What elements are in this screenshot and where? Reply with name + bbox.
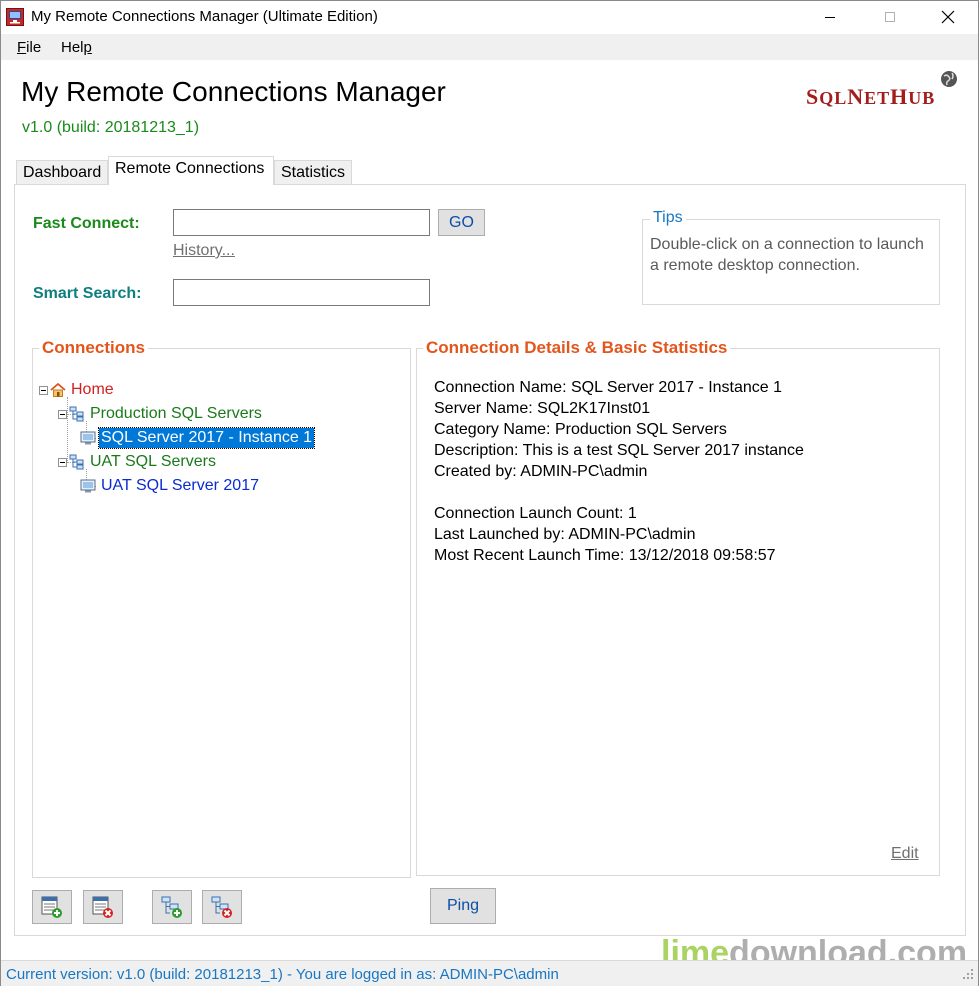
tips-title: Tips	[650, 209, 686, 227]
collapse-icon[interactable]	[58, 457, 67, 467]
tab-dashboard[interactable]: Dashboard	[16, 160, 108, 185]
globe-icon	[941, 71, 957, 87]
app-icon	[6, 8, 24, 26]
add-connection-icon	[41, 896, 62, 918]
sqlnethub-logo: SQLNETHUB	[806, 70, 966, 110]
delete-connection-button[interactable]	[83, 890, 123, 924]
details-title: Connection Details & Basic Statistics	[423, 338, 731, 358]
maximize-icon	[885, 12, 895, 22]
resize-grip-icon[interactable]	[961, 967, 975, 981]
delete-connection-icon	[92, 896, 113, 918]
client-area: My Remote Connections Manager v1.0 (buil…	[1, 60, 978, 959]
tips-text: Double-click on a connection to launch a…	[650, 236, 924, 274]
detail-last-launched-by: Last Launched by: ADMIN-PC\admin	[434, 526, 696, 543]
tab-statistics[interactable]: Statistics	[274, 160, 352, 185]
title-bar[interactable]: My Remote Connections Manager (Ultimate …	[1, 1, 978, 33]
tree-node-category[interactable]: Production SQL Servers	[58, 403, 264, 425]
app-window: My Remote Connections Manager (Ultimate …	[0, 0, 979, 986]
tree-label-category: Production SQL Servers	[90, 405, 262, 422]
minimize-button[interactable]	[807, 1, 853, 33]
detail-spacer	[434, 482, 804, 503]
fast-connect-label: Fast Connect:	[33, 215, 140, 232]
delete-category-button[interactable]	[202, 890, 242, 924]
tree-node-connection[interactable]: UAT SQL Server 2017	[80, 475, 261, 497]
detail-server-name: Server Name: SQL2K17Inst01	[434, 400, 651, 417]
close-icon	[941, 10, 955, 24]
tree-label-home: Home	[71, 381, 114, 398]
smart-search-input[interactable]	[173, 279, 430, 306]
menu-file[interactable]: File	[17, 39, 41, 56]
menu-help[interactable]: Help	[61, 39, 92, 56]
fast-connect-input[interactable]	[173, 209, 430, 236]
tree-label-connection: UAT SQL Server 2017	[101, 477, 259, 494]
connections-tree[interactable]: Home Production SQL Servers SQL Server 2…	[33, 349, 410, 877]
app-title: My Remote Connections Manager	[21, 76, 446, 107]
collapse-icon[interactable]	[39, 385, 48, 395]
ping-button[interactable]: Ping	[430, 888, 496, 924]
history-link[interactable]: History...	[173, 242, 235, 260]
go-button[interactable]: GO	[438, 209, 485, 236]
details-text: Connection Name: SQL Server 2017 - Insta…	[434, 377, 804, 566]
minimize-icon	[825, 17, 835, 18]
version-label: v1.0 (build: 20181213_1)	[22, 119, 200, 136]
tips-group: Tips Double-click on a connection to lau…	[642, 209, 940, 305]
detail-created-by: Created by: ADMIN-PC\admin	[434, 463, 648, 480]
tab-remote-connections[interactable]: Remote Connections	[108, 156, 274, 185]
category-icon	[69, 406, 84, 422]
connection-details-group: Connection Details & Basic Statistics Co…	[416, 338, 940, 876]
category-icon	[69, 454, 84, 470]
window-title: My Remote Connections Manager (Ultimate …	[31, 8, 378, 25]
detail-recent-launch-time: Most Recent Launch Time: 13/12/2018 09:5…	[434, 547, 776, 564]
add-category-button[interactable]	[152, 890, 192, 924]
remote-connections-panel: Fast Connect: GO History... Smart Search…	[14, 184, 966, 936]
detail-category-name: Category Name: Production SQL Servers	[434, 421, 727, 438]
tree-label-connection-selected: SQL Server 2017 - Instance 1	[97, 427, 316, 449]
maximize-button[interactable]	[867, 1, 913, 33]
tree-node-connection[interactable]: SQL Server 2017 - Instance 1	[80, 427, 316, 449]
detail-launch-count: Connection Launch Count: 1	[434, 505, 637, 522]
add-connection-button[interactable]	[32, 890, 72, 924]
detail-connection-name: Connection Name: SQL Server 2017 - Insta…	[434, 379, 783, 396]
smart-search-label: Smart Search:	[33, 285, 142, 302]
tree-label-category: UAT SQL Servers	[90, 453, 216, 470]
home-icon	[50, 382, 66, 397]
tree-node-category[interactable]: UAT SQL Servers	[58, 451, 218, 473]
monitor-icon	[80, 479, 96, 493]
close-button[interactable]	[925, 1, 971, 33]
connections-group: Connections Home Production SQL Servers …	[32, 338, 411, 878]
add-category-icon	[161, 896, 182, 918]
status-text: Current version: v1.0 (build: 20181213_1…	[6, 966, 559, 983]
menu-bar: File Help	[1, 34, 978, 60]
status-bar: Current version: v1.0 (build: 20181213_1…	[1, 960, 978, 986]
detail-description: Description: This is a test SQL Server 2…	[434, 442, 804, 459]
tree-node-home[interactable]: Home	[39, 379, 116, 401]
logo-text: SQLNETHUB	[806, 84, 936, 109]
collapse-icon[interactable]	[58, 409, 67, 419]
delete-category-icon	[211, 896, 232, 918]
monitor-icon	[80, 431, 96, 445]
edit-link[interactable]: Edit	[891, 845, 919, 863]
